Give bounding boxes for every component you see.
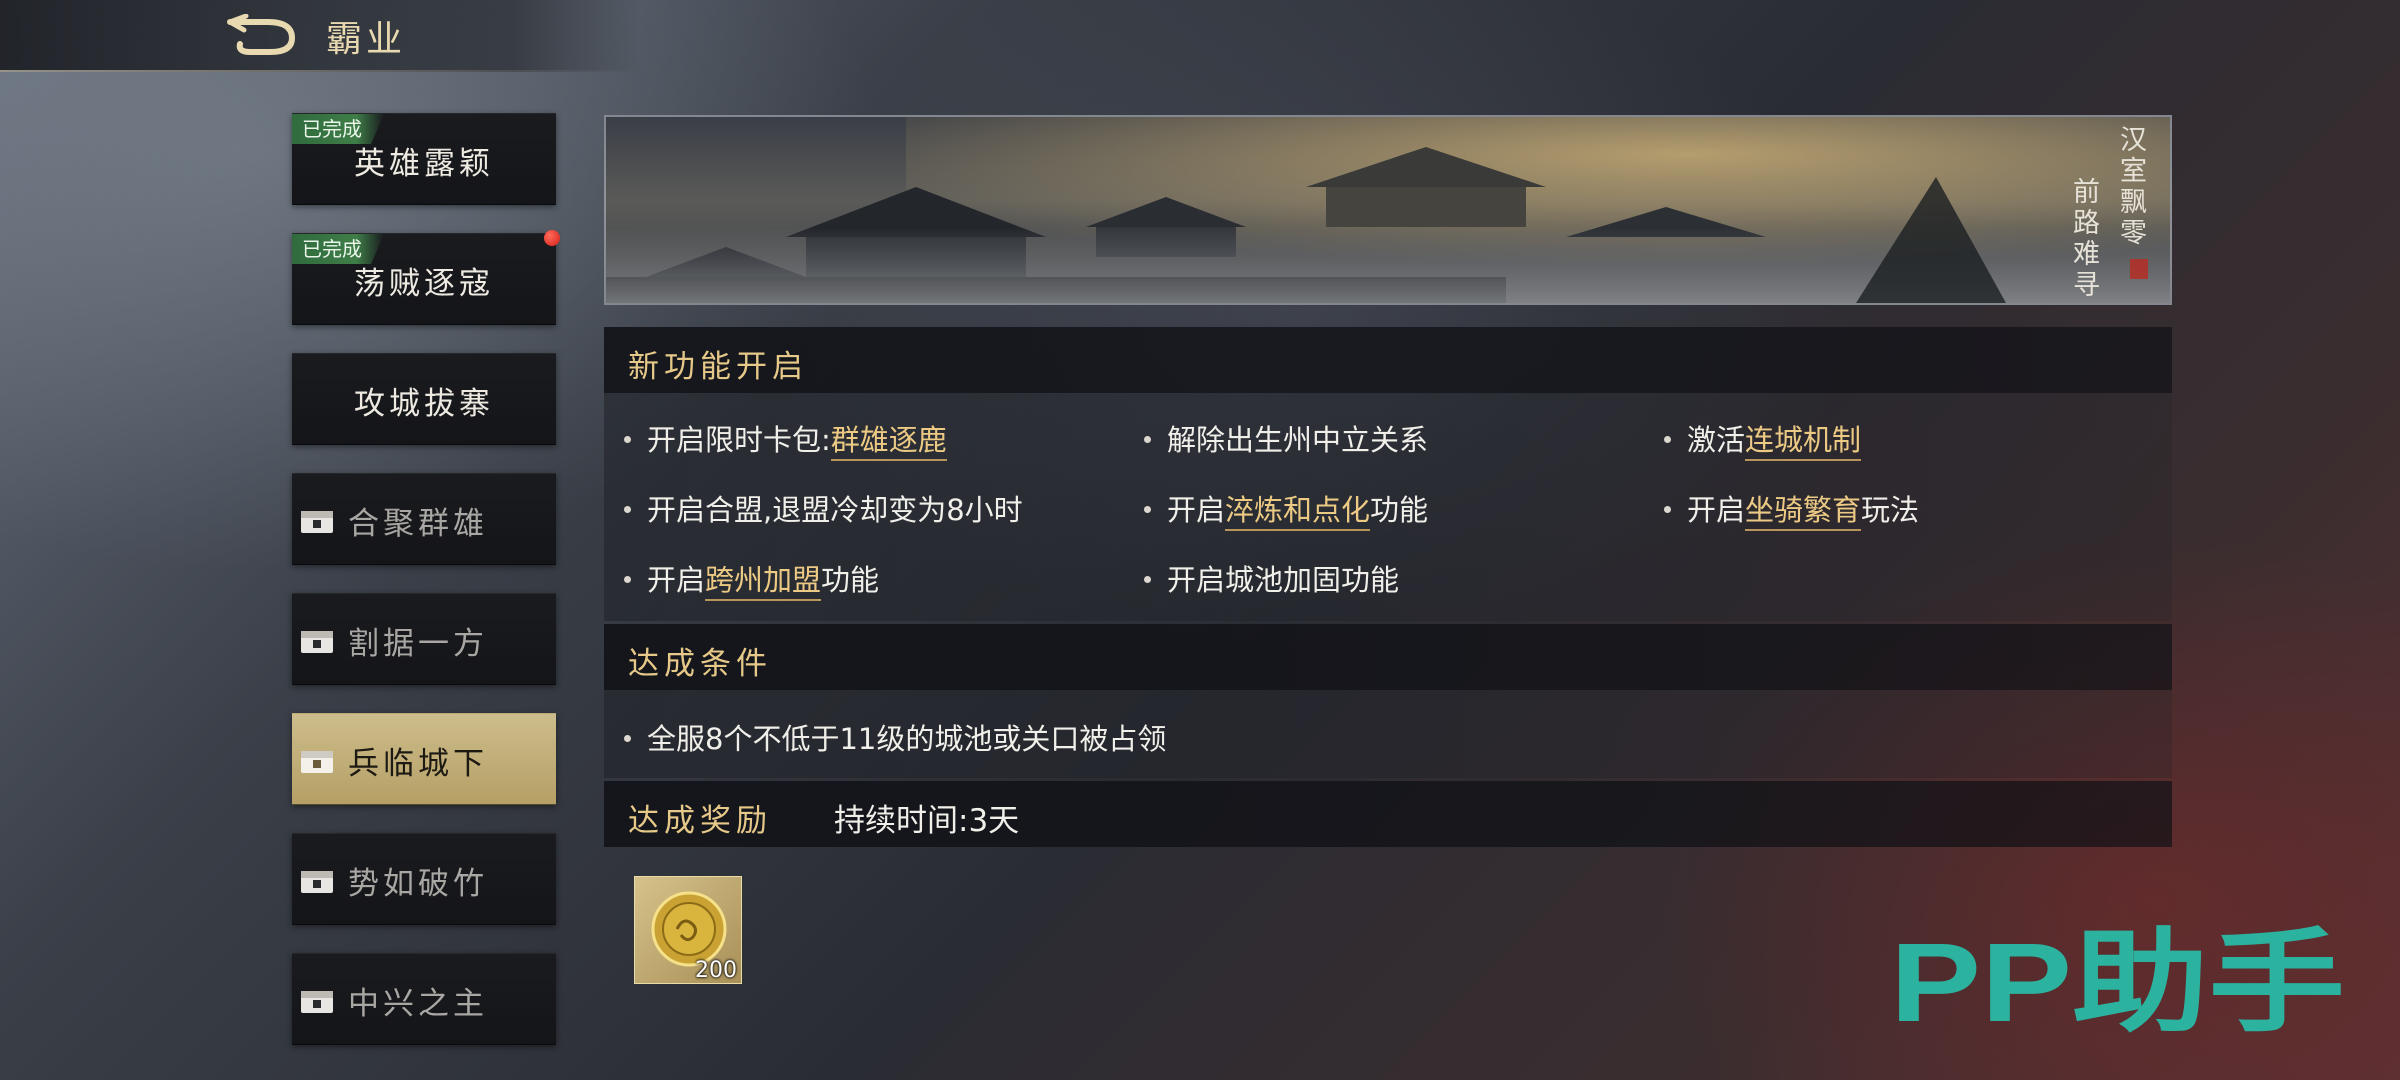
top-bar xyxy=(0,0,640,72)
conditions-list: 全服8个不低于11级的城池或关口被占领 xyxy=(604,690,2172,778)
reward-duration: 持续时间:3天 xyxy=(834,803,1020,839)
feature-item: 开启城池加固功能 xyxy=(1144,557,1399,599)
conditions-title: 达成条件 xyxy=(628,646,772,682)
locked-chest-icon xyxy=(301,991,333,1013)
features-header: 新功能开启 xyxy=(604,327,2172,393)
feature-item: 开启淬炼和点化功能 xyxy=(1144,487,1428,531)
gold-coin-icon xyxy=(651,891,727,967)
sidebar-item-chapter-6[interactable]: 兵临城下 xyxy=(292,713,556,805)
condition-item: 全服8个不低于11级的城池或关口被占领 xyxy=(624,716,1166,758)
sidebar-item-chapter-2[interactable]: 荡贼逐寇 已完成 xyxy=(292,230,560,325)
completed-badge: 已完成 xyxy=(292,234,384,264)
feature-link[interactable]: 跨州加盟 xyxy=(705,563,822,601)
feature-item: 解除出生州中立关系 xyxy=(1144,417,1428,459)
rewards-title: 达成奖励 xyxy=(628,803,772,839)
back-arrow-icon xyxy=(227,13,296,55)
chapter-banner: 汉室飘零 前路难寻 xyxy=(604,115,2172,305)
sidebar-item-chapter-1[interactable]: 英雄露颖 已完成 xyxy=(292,113,556,205)
sidebar-item-label: 割据一方 xyxy=(348,626,488,662)
features-list: 开启限时卡包:群雄逐鹿 解除出生州中立关系 激活连城机制 开启合盟,退盟冷却变为… xyxy=(604,393,2172,621)
top-bar-divider xyxy=(0,70,640,72)
poem-line-2: 前路难寻 xyxy=(2068,177,2099,301)
feature-item: 开启限时卡包:群雄逐鹿 xyxy=(624,417,947,461)
sidebar-item-label: 兵临城下 xyxy=(348,746,488,782)
sidebar-item-label: 英雄露颖 xyxy=(354,146,494,182)
features-title: 新功能开启 xyxy=(628,349,808,385)
rewards-header: 达成奖励 持续时间:3天 xyxy=(604,781,2172,847)
feature-link[interactable]: 淬炼和点化 xyxy=(1225,493,1371,531)
sidebar-item-label: 合聚群雄 xyxy=(348,506,488,542)
feature-item: 开启跨州加盟功能 xyxy=(624,557,879,601)
conditions-header: 达成条件 xyxy=(604,624,2172,690)
sidebar-item-chapter-8[interactable]: 中兴之主 xyxy=(292,953,556,1045)
locked-chest-icon xyxy=(301,751,333,773)
red-seal-stamp xyxy=(2130,259,2148,279)
sidebar-item-label: 中兴之主 xyxy=(348,986,488,1022)
sidebar-item-label: 势如破竹 xyxy=(348,866,488,902)
page-title: 霸业 xyxy=(326,19,407,60)
watermark-logo: PP助手 xyxy=(1890,925,2345,1035)
sidebar-item-label: 攻城拔寨 xyxy=(354,386,494,422)
locked-chest-icon xyxy=(301,631,333,653)
feature-link[interactable]: 群雄逐鹿 xyxy=(830,423,947,461)
feature-link[interactable]: 连城机制 xyxy=(1745,423,1862,461)
locked-chest-icon xyxy=(301,871,333,893)
feature-item: 开启坐骑繁育玩法 xyxy=(1664,487,1919,531)
back-button[interactable] xyxy=(222,13,304,58)
watermark-text: PP助手 xyxy=(1890,925,2345,1035)
feature-item: 开启合盟,退盟冷却变为8小时 xyxy=(624,487,1023,529)
locked-chest-icon xyxy=(301,511,333,533)
sidebar-item-chapter-7[interactable]: 势如破竹 xyxy=(292,833,556,925)
sidebar-item-chapter-3[interactable]: 攻城拔寨 xyxy=(292,353,556,445)
sidebar-item-label: 荡贼逐寇 xyxy=(354,266,494,302)
reward-item[interactable]: 200 xyxy=(634,876,742,984)
feature-item: 激活连城机制 xyxy=(1664,417,1862,461)
sidebar-item-chapter-5[interactable]: 割据一方 xyxy=(292,593,556,685)
notification-dot xyxy=(544,230,560,246)
palace-scene-image xyxy=(606,117,2170,303)
feature-link[interactable]: 坐骑繁育 xyxy=(1745,493,1862,531)
reward-quantity: 200 xyxy=(695,958,737,983)
sidebar-item-chapter-4[interactable]: 合聚群雄 xyxy=(292,473,556,565)
completed-badge: 已完成 xyxy=(292,114,384,144)
